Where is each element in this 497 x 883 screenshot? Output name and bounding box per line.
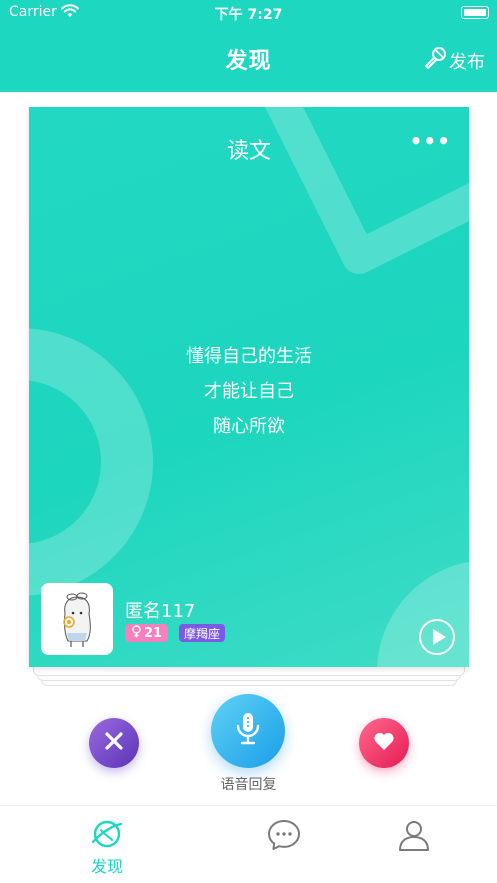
- heart-icon: [373, 731, 395, 755]
- dislike-button[interactable]: [89, 718, 139, 768]
- avatar[interactable]: [41, 583, 113, 655]
- post-line: 随心所欲: [213, 416, 285, 437]
- play-icon[interactable]: [419, 619, 455, 655]
- card-title: 读文: [226, 139, 271, 164]
- microphone-icon: [234, 711, 262, 751]
- author-name: 匿名117: [125, 601, 196, 622]
- age-badge: 21: [125, 624, 169, 642]
- status-bar: Carrier 下午 7:27: [0, 0, 497, 26]
- voice-reply-label: 语音回复: [220, 777, 277, 793]
- avatar-illustration: [41, 583, 113, 655]
- tab-discover-label: 发现: [90, 857, 123, 876]
- tab-discover[interactable]: 发现: [24, 806, 190, 883]
- post-line: 懂得自己的生活: [186, 346, 312, 367]
- publish-label: 发布: [449, 51, 485, 73]
- publish-button[interactable]: 发布: [423, 46, 485, 75]
- battery-icon: [461, 6, 489, 19]
- post-text: 懂得自己的生活 才能让自己 随心所欲: [29, 339, 469, 444]
- like-button[interactable]: [359, 718, 409, 768]
- post-line: 才能让自己: [204, 381, 294, 402]
- voice-reply-button[interactable]: [211, 694, 285, 768]
- age-value: 21: [144, 625, 163, 641]
- tab-bar: 发现: [0, 805, 497, 883]
- microphone-icon: [423, 46, 447, 75]
- top-bar: Carrier 下午 7:27 发现 发布: [0, 0, 497, 92]
- tab-profile[interactable]: [331, 806, 497, 883]
- more-dots-icon[interactable]: •••: [410, 129, 451, 153]
- female-symbol-icon: [131, 624, 142, 642]
- zodiac-badge: 摩羯座: [179, 624, 226, 642]
- clock: 下午 7:27: [214, 7, 283, 23]
- post-card[interactable]: 读文 ••• 懂得自己的生活 才能让自己 随心所欲 匿名117 21 摩羯座: [29, 107, 469, 667]
- close-icon: [104, 731, 124, 755]
